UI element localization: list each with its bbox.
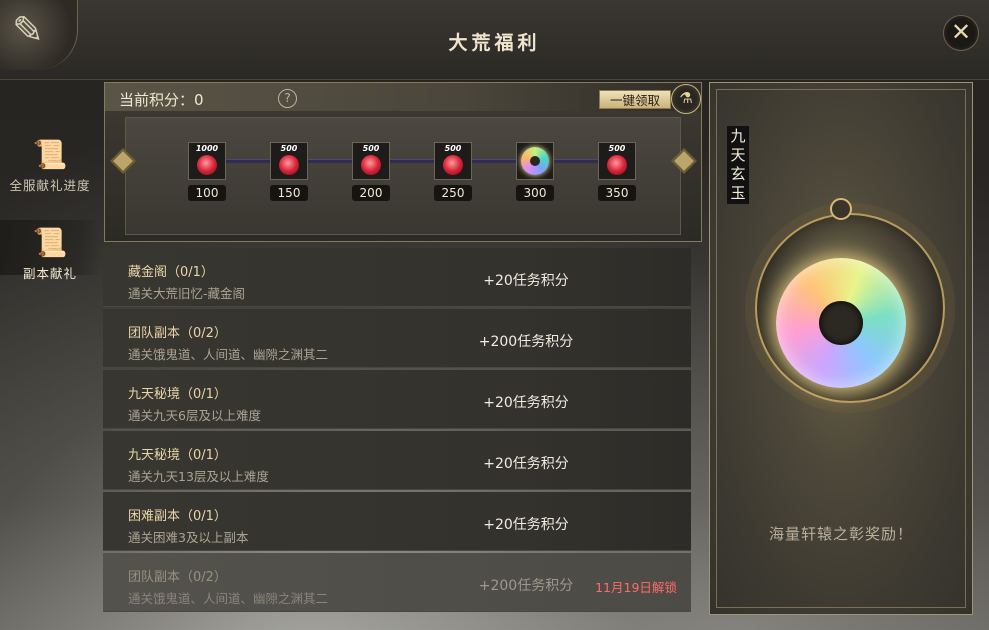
score-header: 当前积分：0 ? 一键领取 ⚗ xyxy=(105,83,701,114)
reward-amount: 500 xyxy=(280,144,298,153)
current-score-label: 当前积分：0 xyxy=(119,91,204,109)
task-points: +20任务积分 xyxy=(483,395,569,411)
reward-name: 九天玄玉 xyxy=(727,126,749,204)
task-row: 藏金阁（0/1） 通关大荒旧忆-藏金阁 +20任务积分 xyxy=(103,248,691,307)
red-gem-icon xyxy=(443,155,463,175)
close-button[interactable]: ✕ xyxy=(943,15,979,51)
close-icon: ✕ xyxy=(950,18,972,46)
milestone-threshold: 250 xyxy=(434,185,472,201)
grand-reward-panel: 九天玄玉 海量轩辕之彰奖励！ xyxy=(709,82,973,615)
score-progress-panel: 当前积分：0 ? 一键领取 ⚗ 1000 100 500 150 500 200… xyxy=(104,82,702,242)
unlock-date: 11月19日解锁 xyxy=(595,580,677,595)
milestone-reward-3[interactable]: 500 xyxy=(352,142,390,180)
milestone-reward-2[interactable]: 500 xyxy=(270,142,308,180)
milestone-track: 1000 100 500 150 500 200 500 250 300 500… xyxy=(110,117,697,235)
scroll-left-arrow[interactable] xyxy=(110,148,136,174)
red-gem-icon xyxy=(279,155,299,175)
red-gem-icon xyxy=(197,155,217,175)
moon-crest-icon xyxy=(830,198,852,220)
task-points: +20任务积分 xyxy=(483,517,569,533)
task-description: 通关大荒旧忆-藏金阁 xyxy=(128,286,246,301)
window-title: 大荒福利 xyxy=(448,32,541,54)
milestone-reward-5[interactable] xyxy=(516,142,554,180)
task-title: 困难副本（0/1） xyxy=(128,509,227,524)
jade-disc-icon[interactable] xyxy=(776,258,906,388)
task-title: 九天秘境（0/1） xyxy=(128,387,227,402)
side-tab-server-progress[interactable]: 📜 全服献礼进度 xyxy=(0,138,100,193)
milestone-reward-6[interactable]: 500 xyxy=(598,142,636,180)
reward-amount: 500 xyxy=(608,144,626,153)
scroll-icon: 📜 xyxy=(32,226,68,259)
scroll-right-arrow[interactable] xyxy=(671,148,697,174)
task-row: 困难副本（0/1） 通关困难3及以上副本 +20任务积分 xyxy=(103,492,691,551)
side-tab-dungeon-tribute[interactable]: 📜 副本献礼 xyxy=(0,220,100,281)
side-tab-label: 全服献礼进度 xyxy=(9,178,91,193)
task-points: +200任务积分 xyxy=(478,578,574,594)
task-description: 通关九天6层及以上难度 xyxy=(128,408,261,423)
milestone-threshold: 150 xyxy=(270,185,308,201)
treasure-chest-icon[interactable]: ⚗ xyxy=(671,84,701,114)
milestone-threshold: 300 xyxy=(516,185,554,201)
scroll-icon: 📜 xyxy=(32,138,68,171)
task-row: 团队副本（0/2） 通关饿鬼道、人间道、幽隙之渊其二 +200任务积分 xyxy=(103,309,691,368)
milestone-threshold: 200 xyxy=(352,185,390,201)
task-title: 团队副本（0/2） xyxy=(128,326,227,341)
red-gem-icon xyxy=(361,155,381,175)
task-points: +200任务积分 xyxy=(478,334,574,350)
side-tab-label: 副本献礼 xyxy=(22,266,77,281)
task-row: 九天秘境（0/1） 通关九天13层及以上难度 +20任务积分 xyxy=(103,431,691,490)
task-points: +20任务积分 xyxy=(483,273,569,289)
task-row: 九天秘境（0/1） 通关九天6层及以上难度 +20任务积分 xyxy=(103,370,691,429)
milestone-reward-4[interactable]: 500 xyxy=(434,142,472,180)
jade-center xyxy=(819,301,863,345)
help-icon[interactable]: ? xyxy=(278,89,297,108)
progress-line xyxy=(206,159,616,163)
task-description: 通关饿鬼道、人间道、幽隙之渊其二 xyxy=(128,347,329,362)
task-description: 通关九天13层及以上难度 xyxy=(128,469,269,484)
claim-all-button[interactable]: 一键领取 xyxy=(599,90,671,109)
milestone-threshold: 350 xyxy=(598,185,636,201)
reward-amount: 500 xyxy=(444,144,462,153)
task-points: +20任务积分 xyxy=(483,456,569,472)
task-list: 藏金阁（0/1） 通关大荒旧忆-藏金阁 +20任务积分 团队副本（0/2） 通关… xyxy=(103,248,691,614)
task-title: 九天秘境（0/1） xyxy=(128,448,227,463)
jade-disc-icon xyxy=(521,147,549,175)
task-description: 通关困难3及以上副本 xyxy=(128,530,249,545)
task-title: 团队副本（0/2） xyxy=(128,570,227,585)
milestone-threshold: 100 xyxy=(188,185,226,201)
task-title: 藏金阁（0/1） xyxy=(128,265,214,280)
reward-caption: 海量轩辕之彰奖励！ xyxy=(768,525,913,543)
task-row-locked: 团队副本（0/2） 通关饿鬼道、人间道、幽隙之渊其二 +200任务积分 11月1… xyxy=(103,553,691,612)
reward-name-text: 九天玄玉 xyxy=(730,127,746,202)
reward-amount: 500 xyxy=(362,144,380,153)
task-description: 通关饿鬼道、人间道、幽隙之渊其二 xyxy=(128,591,329,606)
milestone-reward-1[interactable]: 1000 xyxy=(188,142,226,180)
reward-amount: 1000 xyxy=(195,144,219,153)
red-gem-icon xyxy=(607,155,627,175)
